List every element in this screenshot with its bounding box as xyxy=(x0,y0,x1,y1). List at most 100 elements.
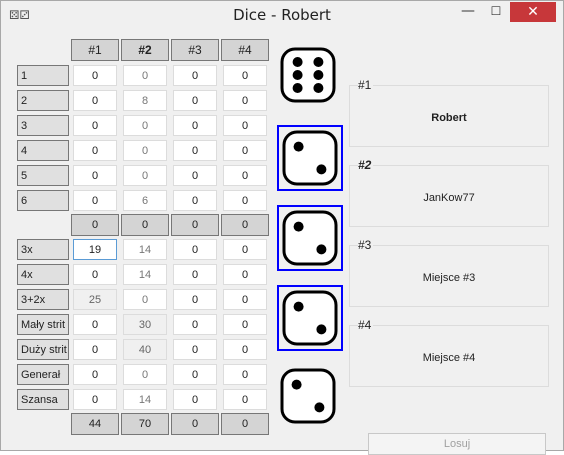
score-cell[interactable]: 0 xyxy=(123,115,167,136)
die-pip xyxy=(316,164,327,175)
score-cell[interactable]: 8 xyxy=(123,90,167,111)
score-cell[interactable]: 0 xyxy=(223,65,267,86)
roll-button[interactable]: Losuj xyxy=(368,433,546,455)
score-cell[interactable]: 0 xyxy=(173,140,217,161)
die-pip xyxy=(313,57,324,67)
score-cell[interactable]: 0 xyxy=(73,65,117,86)
score-cell[interactable]: 0 xyxy=(173,115,217,136)
die-5[interactable] xyxy=(277,365,343,431)
die-pip xyxy=(291,379,302,390)
score-cell[interactable]: 19 xyxy=(73,239,117,260)
grand-total-cell: 0 xyxy=(171,413,219,435)
upper-total-cell: 0 xyxy=(71,214,119,236)
upper-total-cell: 0 xyxy=(221,214,269,236)
score-cell[interactable]: 40 xyxy=(123,339,167,360)
score-cell[interactable]: 0 xyxy=(173,389,217,410)
row-label: Mały strit xyxy=(17,314,69,335)
player-group-1: #1 Robert xyxy=(349,78,549,147)
row-label: 6 xyxy=(17,190,69,211)
die-4[interactable] xyxy=(277,285,343,351)
score-cell[interactable]: 0 xyxy=(73,389,117,410)
maximize-button[interactable]: ☐ xyxy=(483,2,509,22)
row-label: 3x xyxy=(17,239,69,260)
grand-total-cell: 0 xyxy=(221,413,269,435)
score-cell[interactable]: 0 xyxy=(223,140,267,161)
player-name: Miejsce #3 xyxy=(422,272,476,284)
score-cell[interactable]: 0 xyxy=(73,190,117,211)
die-pip xyxy=(292,83,303,93)
title-bar[interactable]: ⚄⚂ Dice - Robert — ☐ ✕ xyxy=(1,1,563,31)
minimize-button[interactable]: — xyxy=(455,2,481,22)
die-pip xyxy=(316,244,327,255)
score-cell[interactable]: 0 xyxy=(73,140,117,161)
score-cell[interactable]: 0 xyxy=(173,289,217,310)
score-cell[interactable]: 0 xyxy=(223,289,267,310)
player-name: Miejsce #4 xyxy=(422,352,476,364)
row-label: 3 xyxy=(17,115,69,136)
score-cell[interactable]: 0 xyxy=(123,364,167,385)
score-cell[interactable]: 0 xyxy=(223,314,267,335)
row-label: 4x xyxy=(17,264,69,285)
score-cell[interactable]: 0 xyxy=(73,314,117,335)
die-face-icon xyxy=(282,210,338,266)
grand-total-cell: 44 xyxy=(71,413,119,435)
score-cell[interactable]: 0 xyxy=(73,364,117,385)
score-cell[interactable]: 14 xyxy=(123,264,167,285)
score-cell[interactable]: 0 xyxy=(173,190,217,211)
score-cell[interactable]: 0 xyxy=(73,115,117,136)
client-area: Losuj #1 #2 #3 #4 1 0 0 0 0 2 0 8 0 0 3 0 0 0 0 4 0 0 0 0 5 0 0 0 0 6… xyxy=(9,31,556,455)
score-cell[interactable]: 14 xyxy=(123,239,167,260)
score-cell[interactable]: 0 xyxy=(73,165,117,186)
die-2[interactable] xyxy=(277,125,343,191)
close-button[interactable]: ✕ xyxy=(510,2,556,22)
score-cell[interactable]: 0 xyxy=(173,339,217,360)
upper-total-cell: 0 xyxy=(171,214,219,236)
player-group-3: #3 Miejsce #3 xyxy=(349,238,549,307)
score-cell[interactable]: 0 xyxy=(123,65,167,86)
score-cell[interactable]: 0 xyxy=(223,339,267,360)
score-cell[interactable]: 30 xyxy=(123,314,167,335)
score-cell[interactable]: 25 xyxy=(73,289,117,310)
score-cell[interactable]: 0 xyxy=(173,65,217,86)
score-cell[interactable]: 0 xyxy=(223,389,267,410)
row-label: Szansa xyxy=(17,389,69,410)
row-label: Duży strit xyxy=(17,339,69,360)
player-group-4: #4 Miejsce #4 xyxy=(349,318,549,387)
score-cell[interactable]: 0 xyxy=(73,264,117,285)
player-group-label: #2 xyxy=(358,158,374,172)
score-cell[interactable]: 0 xyxy=(173,239,217,260)
player-name: JanKow77 xyxy=(423,192,475,204)
score-cell[interactable]: 0 xyxy=(223,165,267,186)
score-cell[interactable]: 0 xyxy=(173,90,217,111)
score-cell[interactable]: 0 xyxy=(223,190,267,211)
row-label: 1 xyxy=(17,65,69,86)
die-3[interactable] xyxy=(277,205,343,271)
die-1[interactable] xyxy=(277,44,343,110)
column-header: #4 xyxy=(221,39,269,61)
grand-total-cell: 70 xyxy=(121,413,169,435)
die-pip xyxy=(292,57,303,67)
player-name: Robert xyxy=(431,112,467,124)
score-cell[interactable]: 6 xyxy=(123,190,167,211)
upper-total-cell: 0 xyxy=(121,214,169,236)
die-pip xyxy=(293,141,304,152)
die-pip xyxy=(313,83,324,93)
score-cell[interactable]: 0 xyxy=(173,264,217,285)
score-cell[interactable]: 0 xyxy=(123,289,167,310)
score-cell[interactable]: 0 xyxy=(223,115,267,136)
score-cell[interactable]: 0 xyxy=(73,339,117,360)
die-pip xyxy=(293,221,304,232)
score-cell[interactable]: 0 xyxy=(123,140,167,161)
score-cell[interactable]: 0 xyxy=(173,165,217,186)
score-cell[interactable]: 0 xyxy=(223,90,267,111)
player-group-label: #4 xyxy=(358,318,374,332)
score-cell[interactable]: 0 xyxy=(123,165,167,186)
score-cell[interactable]: 0 xyxy=(223,239,267,260)
score-cell[interactable]: 0 xyxy=(173,364,217,385)
score-cell[interactable]: 0 xyxy=(223,264,267,285)
app-window: ⚄⚂ Dice - Robert — ☐ ✕ Losuj #1 #2 #3 #4 1 0 0… xyxy=(0,0,564,455)
score-cell[interactable]: 0 xyxy=(173,314,217,335)
score-cell[interactable]: 0 xyxy=(223,364,267,385)
score-cell[interactable]: 0 xyxy=(73,90,117,111)
score-cell[interactable]: 14 xyxy=(123,389,167,410)
